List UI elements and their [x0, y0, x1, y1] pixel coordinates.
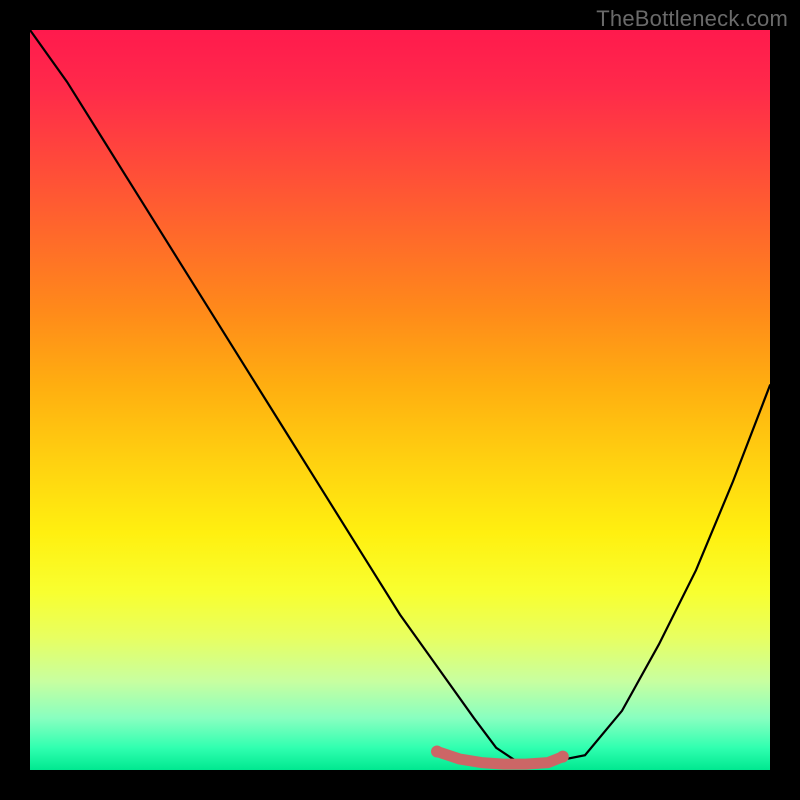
highlight-endpoint-left [431, 746, 443, 758]
plot-area [30, 30, 770, 770]
highlight-endpoint-right [557, 751, 569, 763]
bottleneck-curve [30, 30, 770, 763]
minimum-highlight [437, 752, 563, 765]
watermark-text: TheBottleneck.com [596, 6, 788, 32]
chart-frame: TheBottleneck.com [0, 0, 800, 800]
curve-svg [30, 30, 770, 770]
